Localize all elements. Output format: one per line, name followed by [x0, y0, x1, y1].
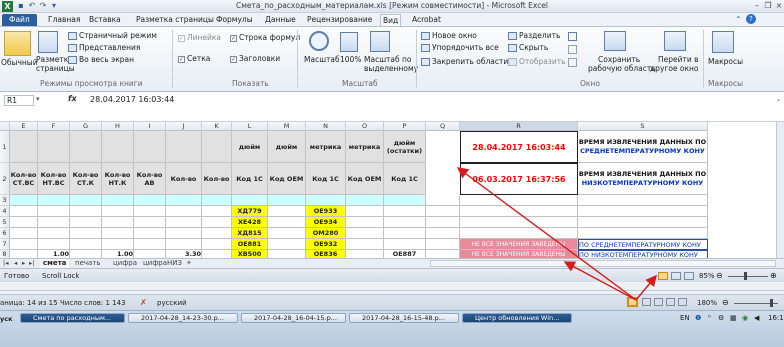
- annotation-arrows: [456, 167, 657, 301]
- arrow-to-p2: [456, 167, 637, 301]
- arrow-to-normal-view: [635, 274, 657, 301]
- arrow-to-r8: [563, 261, 637, 301]
